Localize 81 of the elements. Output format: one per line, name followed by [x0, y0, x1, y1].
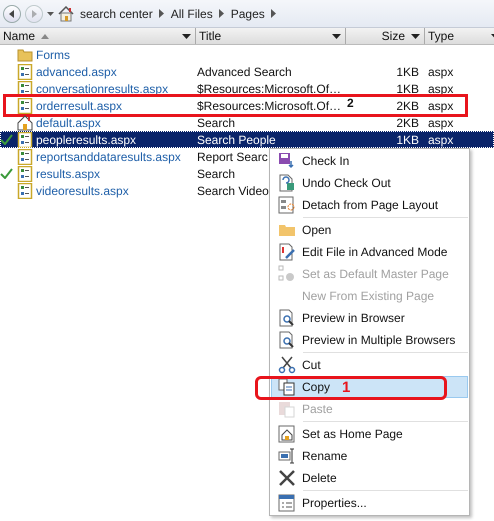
forward-arrow-icon [30, 10, 38, 18]
home-icon [58, 6, 74, 22]
file-name[interactable]: reportsanddataresults.aspx [35, 150, 181, 164]
delete-icon [278, 469, 296, 487]
file-name[interactable]: peopleresults.aspx [35, 132, 136, 146]
annotation-number: 1 [342, 379, 350, 396]
home-page-icon [278, 425, 296, 443]
page-icon [17, 166, 33, 182]
undo-page-icon [278, 174, 296, 192]
properties-icon [278, 494, 296, 512]
column-header[interactable]: Type [425, 28, 494, 44]
paste-icon [278, 400, 296, 418]
file-title: Search [197, 166, 236, 180]
file-size: 1KB [396, 82, 419, 96]
file-type: aspx [427, 116, 454, 130]
menu-item[interactable]: Edit File in Advanced Mode [271, 241, 468, 263]
page-icon [17, 64, 33, 80]
file-title: $Resources:Microsoft.Of… [197, 98, 342, 112]
file-type: aspx [427, 82, 454, 96]
menu-item[interactable]: Check In [271, 150, 468, 172]
page-icon [17, 182, 33, 198]
menu-item[interactable]: Cut [271, 354, 468, 376]
dropdown-icon[interactable] [182, 34, 191, 38]
column-header[interactable]: Title [196, 28, 346, 44]
file-title: Advanced Search [197, 64, 292, 78]
menu-item[interactable]: Rename [271, 445, 468, 467]
selected-row[interactable]: peopleresults.aspx Search People 1KB aspx [0, 131, 494, 148]
home-page-icon [17, 114, 33, 130]
file-size: 1KB [396, 64, 419, 78]
preview-icon [278, 309, 296, 327]
page-icon [17, 132, 33, 148]
edit-icon [278, 243, 296, 261]
file-size: 1KB [396, 132, 419, 146]
menu-item[interactable]: Preview in Multiple Browsers [271, 329, 468, 351]
save-icon [278, 152, 296, 170]
dropdown-icon[interactable] [411, 34, 420, 38]
menu-item[interactable]: Preview in Browser [271, 307, 468, 329]
file-title: $Resources:Microsoft.Of… [197, 82, 342, 96]
file-name[interactable]: Forms [35, 48, 70, 62]
file-title: Search [197, 116, 236, 130]
file-type: aspx [427, 98, 454, 112]
file-name[interactable]: default.aspx [35, 116, 101, 130]
preview-icon [278, 331, 296, 349]
file-type: aspx [427, 132, 454, 146]
back-arrow-icon [8, 10, 16, 18]
file-type: aspx [427, 64, 454, 78]
menu-item[interactable]: Open [271, 219, 468, 241]
file-name[interactable]: conversationresults.aspx [35, 82, 168, 96]
copy-icon [278, 378, 296, 396]
chevron-icon [218, 9, 225, 18]
cut-icon [278, 356, 296, 374]
dropdown-icon[interactable] [332, 34, 341, 38]
file-name[interactable]: results.aspx [35, 166, 100, 180]
menu-item[interactable]: Detach from Page Layout [271, 194, 468, 216]
file-name[interactable]: videoresults.aspx [35, 184, 129, 198]
menu-item[interactable]: Set as Home Page [271, 423, 468, 445]
checklist-icon [278, 265, 296, 283]
menu-item[interactable]: Delete [271, 467, 468, 489]
chevron-icon [158, 9, 165, 18]
breadcrumb-link[interactable]: search center [78, 6, 155, 20]
back-button[interactable] [3, 4, 21, 22]
file-name[interactable]: orderresult.aspx [35, 98, 122, 112]
file-size: 2KB [396, 116, 419, 130]
menu-item[interactable]: Undo Check Out [271, 172, 468, 194]
annotation-number: 2 [347, 96, 354, 110]
menu-item[interactable]: Properties... [271, 492, 468, 514]
breadcrumb-link[interactable]: All Files [168, 6, 215, 20]
breadcrumb-link[interactable]: Pages [228, 6, 267, 20]
detach-icon [278, 196, 296, 214]
rename-icon [278, 447, 296, 465]
file-name[interactable]: advanced.aspx [35, 64, 117, 78]
page-icon [17, 148, 33, 164]
page-icon [17, 98, 33, 114]
file-title: Search People [197, 132, 276, 146]
file-size: 2KB [396, 98, 419, 112]
file-title: Report Searc [197, 150, 268, 164]
chevron-icon [270, 9, 277, 18]
file-title: Search Video [197, 184, 269, 198]
dropdown-icon[interactable] [47, 12, 54, 16]
column-header[interactable]: Name [0, 28, 196, 44]
column-header[interactable]: Size [346, 28, 425, 44]
